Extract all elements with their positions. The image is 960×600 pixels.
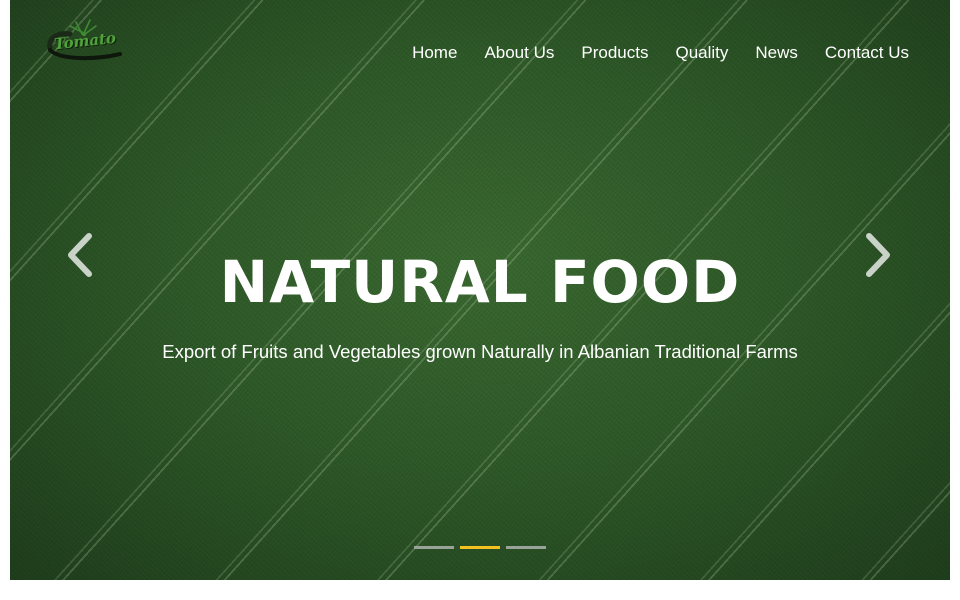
nav-item-quality[interactable]: Quality bbox=[675, 43, 728, 63]
nav-item-home[interactable]: Home bbox=[412, 43, 457, 63]
brand-logo[interactable]: Tomato bbox=[40, 18, 130, 64]
carousel-indicator-3[interactable] bbox=[506, 546, 546, 549]
carousel-indicator-2[interactable] bbox=[460, 546, 500, 549]
main-nav: Home About Us Products Quality News Cont… bbox=[412, 43, 909, 63]
carousel-indicator-1[interactable] bbox=[414, 546, 454, 549]
hero-subtitle: Export of Fruits and Vegetables grown Na… bbox=[162, 341, 798, 362]
nav-item-contact-us[interactable]: Contact Us bbox=[825, 43, 909, 63]
carousel-indicators bbox=[414, 546, 546, 549]
hero-carousel: Tomato Home About Us Products Quality Ne… bbox=[10, 0, 950, 580]
nav-item-products[interactable]: Products bbox=[581, 43, 648, 63]
hero-title: NATURAL FOOD bbox=[219, 248, 741, 316]
nav-item-about-us[interactable]: About Us bbox=[484, 43, 554, 63]
nav-item-news[interactable]: News bbox=[755, 43, 798, 63]
